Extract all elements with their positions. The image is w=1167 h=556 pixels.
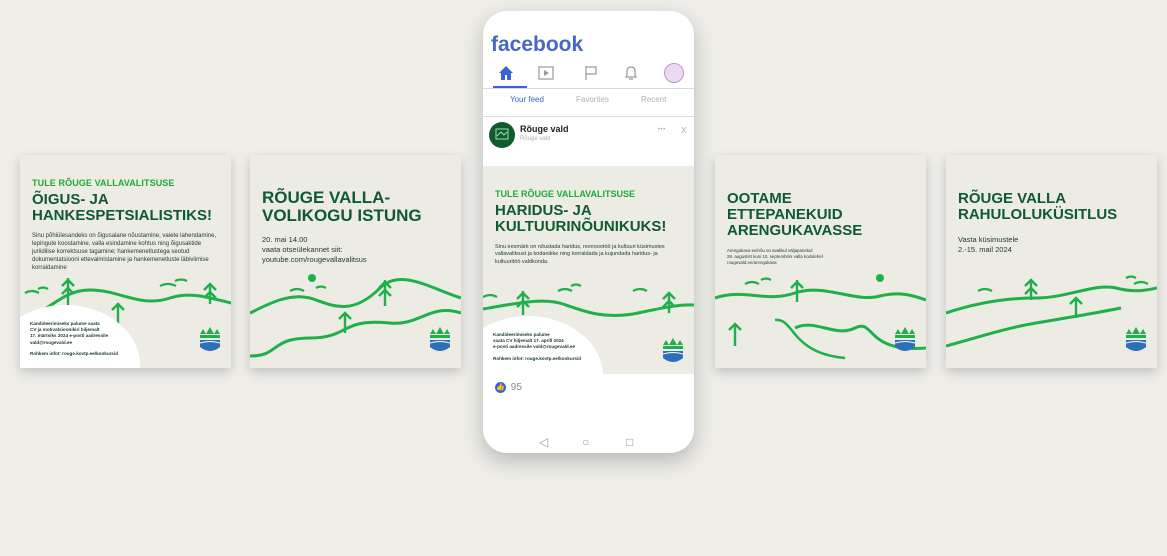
back-button[interactable]: ◁	[539, 435, 548, 449]
card-title: RÕUGE VALLA RAHULOLUKÜSITLUS	[958, 191, 1117, 223]
card-title-line: RÕUGE VALLA-	[262, 188, 391, 207]
tab-favorites[interactable]: Favorites	[576, 95, 609, 104]
rouge-logo-icon	[495, 128, 509, 140]
rouge-vald-logo-icon	[895, 327, 915, 351]
card-kicker: TULE RÕUGE VALLAVALITSUSE	[32, 178, 175, 188]
card-footer-line: Rohkem infot: rouge.kovtp.ee/konkursid	[30, 350, 119, 356]
card-title-line: RAHULOLUKÜSITLUS	[958, 205, 1118, 223]
tree-icon	[728, 280, 804, 346]
card-title-line: HANKESPETSIALISTIKS!	[32, 206, 213, 224]
flag-icon[interactable]	[581, 63, 601, 83]
facebook-logo: facebook	[491, 33, 584, 56]
post-subtitle: Rõuge vald	[520, 136, 551, 142]
card-title-line: VOLIKOGU ISTUNG	[262, 205, 422, 225]
reactions-row[interactable]: 👍 95	[495, 382, 522, 393]
card-footer-line: 17. märtsiks 2024 e-posti aadressile	[30, 333, 109, 339]
close-icon[interactable]: X	[681, 126, 686, 135]
card-title: RÕUGE VALLA- VOLIKOGU ISTUNG	[262, 189, 422, 225]
rouge-vald-logo-icon	[430, 327, 450, 351]
post-card-satisfaction-survey: RÕUGE VALLA RAHULOLUKÜSITLUS Vasta küsim…	[946, 155, 1157, 368]
rouge-vald-logo-icon	[663, 338, 683, 362]
like-icon: 👍	[495, 382, 506, 393]
card-footer: Kandideerimiseks palume saata CV hiljema…	[493, 332, 581, 362]
divider	[483, 116, 694, 117]
card-title-line: KULTUURINÕUNIKUKS!	[495, 217, 667, 235]
home-button[interactable]: ○	[582, 435, 589, 449]
rouge-vald-logo-icon	[200, 327, 220, 351]
tab-your-feed[interactable]: Your feed	[510, 95, 544, 104]
card-title: HARIDUS- JA KULTUURINÕUNIKUKS!	[495, 203, 666, 235]
card-footer: Kandideerimiseks palume saata CV ja moti…	[30, 321, 118, 357]
card-footer-line: e-posti aadressile vald@rougevald.ee	[493, 344, 576, 350]
card-detail-line: 20. mai 14.00	[262, 235, 308, 244]
profile-avatar[interactable]	[664, 63, 684, 83]
card-title-line: ARENGUKAVASSE	[727, 221, 863, 239]
card-title-line: OOTAME	[727, 190, 792, 207]
card-detail-line: Vasta küsimustele	[958, 235, 1019, 244]
bell-icon[interactable]	[621, 63, 641, 83]
post-card-council-meeting: RÕUGE VALLA- VOLIKOGU ISTUNG 20. mai 14.…	[250, 155, 461, 368]
post-image[interactable]: TULE RÕUGE VALLAVALITSUSE HARIDUS- JA KU…	[483, 166, 694, 374]
post-card-legal-specialist: TULE RÕUGE VALLAVALITSUSE ÕIGUS- JA HANK…	[20, 155, 231, 368]
card-title: OOTAME ETTEPANEKUID ARENGUKAVASSE	[727, 191, 862, 238]
phone-mockup: facebook Your feed Favorites Recent Rõug…	[483, 11, 694, 453]
card-title-line: ÕIGUS- JA	[32, 191, 109, 208]
card-title-line: RÕUGE VALLA	[958, 190, 1067, 207]
card-kicker: TULE RÕUGE VALLAVALITSUSE	[495, 189, 636, 199]
more-options-icon[interactable]: •••	[658, 127, 666, 133]
divider	[483, 88, 694, 89]
recents-button[interactable]: □	[626, 435, 633, 449]
card-title: ÕIGUS- JA HANKESPETSIALISTIKS!	[32, 192, 212, 224]
card-footer-line: vald@rougevald.ee	[30, 339, 73, 345]
post-author[interactable]: Rõuge vald	[520, 124, 569, 134]
video-icon[interactable]	[536, 63, 556, 83]
card-detail-line: vaata otseülekannet siit:	[262, 245, 343, 255]
page-avatar[interactable]	[489, 122, 515, 148]
card-details: Vasta küsimustele 2.-15. mail 2024	[958, 235, 1018, 255]
home-icon[interactable]	[496, 63, 516, 83]
card-detail-line: 2.-15. mail 2024	[958, 245, 1012, 255]
top-nav	[483, 63, 694, 85]
card-title-line: HARIDUS- JA	[495, 202, 592, 219]
post-card-development-plan: OOTAME ETTEPANEKUID ARENGUKAVASSE Arengu…	[715, 155, 926, 368]
tab-recent[interactable]: Recent	[641, 95, 666, 104]
card-body: Sinu eesmärk on nõustada haridus, noorso…	[495, 244, 665, 265]
card-title-line: ETTEPANEKUID	[727, 205, 843, 223]
rouge-vald-logo-icon	[1126, 327, 1146, 351]
card-footer-line: Rohkem infot: rouge.kovtp.ee/konkursid	[493, 355, 582, 361]
like-count: 95	[510, 382, 522, 393]
